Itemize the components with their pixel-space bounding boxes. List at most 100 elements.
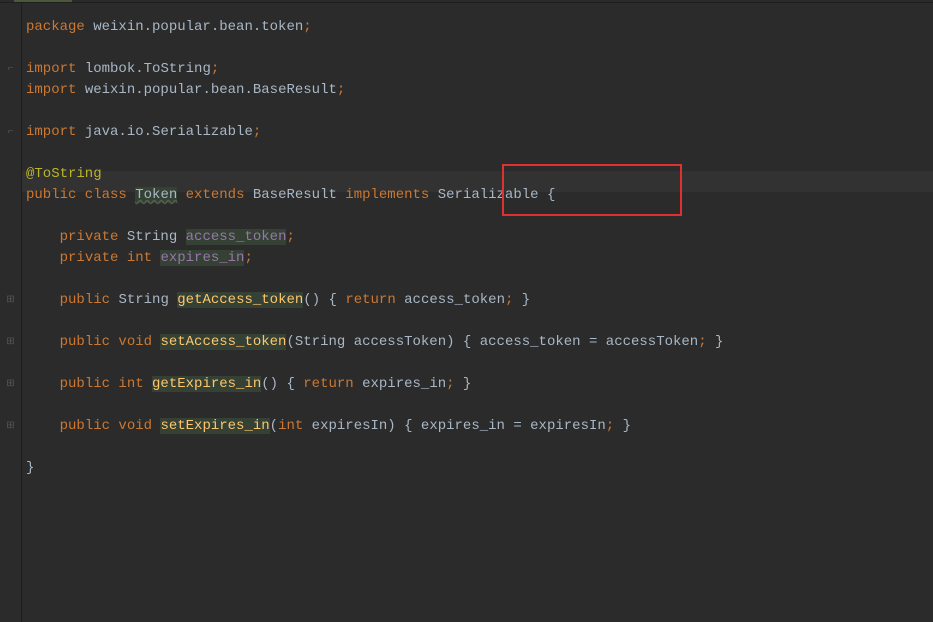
param-type: int: [278, 418, 303, 434]
keyword: private: [60, 229, 119, 245]
code-line[interactable]: public void setAccess_token(String acces…: [26, 332, 933, 353]
import-path: java.io.: [76, 124, 152, 140]
paren: (: [286, 334, 294, 350]
fold-open-icon[interactable]: ⌐: [0, 59, 21, 80]
code-line[interactable]: public class Token extends BaseResult im…: [26, 185, 933, 206]
gutter-row: [0, 395, 21, 416]
class-name: Token: [135, 187, 177, 203]
code-area[interactable]: package weixin.popular.bean.token; impor…: [22, 3, 933, 622]
param-name: accessToken: [345, 334, 446, 350]
keyword: private int: [60, 250, 152, 266]
fold-closed-icon[interactable]: ⊞: [0, 290, 21, 311]
method-name: getExpires_in: [152, 376, 261, 392]
code-line[interactable]: private String access_token;: [26, 227, 933, 248]
class-ref: BaseResult: [253, 82, 337, 98]
expr: expires_in: [354, 376, 446, 392]
type-ref: String: [118, 292, 168, 308]
import-path: weixin.popular.bean.: [76, 82, 252, 98]
rhs: expiresIn: [530, 418, 606, 434]
class-ref: Serializable: [152, 124, 253, 140]
field-name: expires_in: [160, 250, 244, 266]
parens: (): [303, 292, 320, 308]
interface-ref: Serializable: [438, 187, 539, 203]
keyword: public int: [60, 376, 144, 392]
fold-open-icon[interactable]: ⌐: [0, 122, 21, 143]
gutter-row: [0, 143, 21, 164]
gutter[interactable]: ⌐ ⌐ ⊞ ⊞ ⊞ ⊞: [0, 3, 22, 622]
semicolon: ;: [286, 229, 294, 245]
code-editor[interactable]: ⌐ ⌐ ⊞ ⊞ ⊞ ⊞ package weixin.popular.bean.…: [0, 3, 933, 622]
code-line[interactable]: [26, 206, 933, 227]
keyword: return: [303, 376, 353, 392]
semicolon: ;: [253, 124, 261, 140]
brace: {: [539, 187, 556, 203]
gutter-row: [0, 185, 21, 206]
brace: }: [614, 418, 631, 434]
field-name: access_token: [186, 229, 287, 245]
semicolon: ;: [337, 82, 345, 98]
semicolon: ;: [446, 376, 454, 392]
code-line[interactable]: [26, 395, 933, 416]
lhs: expires_in: [421, 418, 505, 434]
type-ref: String: [127, 229, 177, 245]
gutter-row: [0, 164, 21, 185]
gutter-row: [0, 311, 21, 332]
semicolon: ;: [698, 334, 706, 350]
code-line[interactable]: public String getAccess_token() { return…: [26, 290, 933, 311]
rhs: accessToken: [606, 334, 698, 350]
keyword: import: [26, 82, 76, 98]
fold-closed-icon[interactable]: ⊞: [0, 416, 21, 437]
code-line[interactable]: @ToString: [26, 164, 933, 185]
keyword: extends: [186, 187, 245, 203]
gutter-row: [0, 227, 21, 248]
code-line[interactable]: package weixin.popular.bean.token;: [26, 17, 933, 38]
code-line[interactable]: [26, 311, 933, 332]
code-line[interactable]: [26, 269, 933, 290]
method-name: setAccess_token: [160, 334, 286, 350]
paren: ): [446, 334, 454, 350]
parens: (): [261, 376, 278, 392]
semicolon: ;: [303, 19, 311, 35]
semicolon: ;: [606, 418, 614, 434]
fold-closed-icon[interactable]: ⊞: [0, 374, 21, 395]
brace: {: [396, 418, 421, 434]
semicolon: ;: [244, 250, 252, 266]
code-line[interactable]: [26, 143, 933, 164]
code-line[interactable]: import lombok.ToString;: [26, 59, 933, 80]
code-line[interactable]: public void setExpires_in(int expiresIn)…: [26, 416, 933, 437]
keyword: return: [345, 292, 395, 308]
package-path: weixin.popular.bean.token: [85, 19, 303, 35]
gutter-row: [0, 269, 21, 290]
brace: }: [455, 376, 472, 392]
code-line[interactable]: }: [26, 458, 933, 479]
op: =: [581, 334, 606, 350]
code-line[interactable]: [26, 101, 933, 122]
gutter-row: [0, 206, 21, 227]
code-line[interactable]: [26, 437, 933, 458]
base-class: BaseResult: [253, 187, 337, 203]
annotation: @ToString: [26, 166, 102, 182]
fold-closed-icon[interactable]: ⊞: [0, 332, 21, 353]
keyword: implements: [345, 187, 429, 203]
gutter-row: [0, 38, 21, 59]
code-line[interactable]: public int getExpires_in() { return expi…: [26, 374, 933, 395]
op: =: [505, 418, 530, 434]
keyword: import: [26, 61, 76, 77]
semicolon: ;: [211, 61, 219, 77]
code-line[interactable]: [26, 353, 933, 374]
code-line[interactable]: [26, 38, 933, 59]
method-name: getAccess_token: [177, 292, 303, 308]
code-line[interactable]: import weixin.popular.bean.BaseResult;: [26, 80, 933, 101]
lhs: access_token: [480, 334, 581, 350]
param-name: expiresIn: [303, 418, 387, 434]
code-line[interactable]: import java.io.Serializable;: [26, 122, 933, 143]
code-line[interactable]: private int expires_in;: [26, 248, 933, 269]
keyword: public void: [60, 334, 152, 350]
method-name: setExpires_in: [160, 418, 269, 434]
gutter-row: [0, 17, 21, 38]
brace: }: [513, 292, 530, 308]
keyword: package: [26, 19, 85, 35]
import-path: lombok.: [76, 61, 143, 77]
paren: ): [387, 418, 395, 434]
gutter-row: [0, 80, 21, 101]
